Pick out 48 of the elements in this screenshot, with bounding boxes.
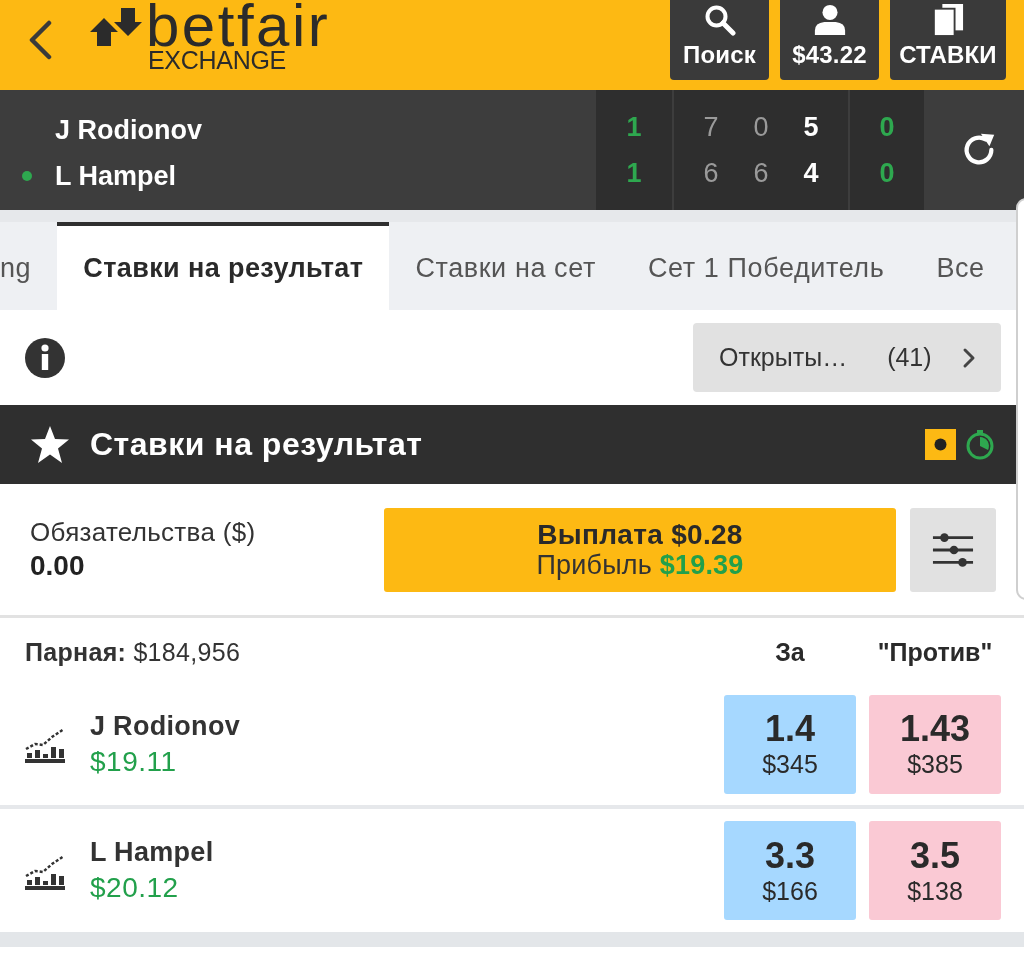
search-icon bbox=[702, 4, 737, 36]
person-icon bbox=[812, 4, 847, 36]
back-price-button[interactable]: 1.4 $345 bbox=[724, 694, 856, 794]
timer-icon bbox=[965, 429, 995, 460]
game-score: 0 bbox=[752, 111, 770, 143]
slips-icon bbox=[931, 4, 965, 36]
market-tab[interactable]: Все bbox=[910, 222, 1011, 310]
sets-score: 1 bbox=[626, 111, 642, 143]
runner-name: J Rodionov bbox=[90, 710, 240, 742]
sets-score: 1 bbox=[626, 157, 642, 189]
back-price-button[interactable]: 3.3 $166 bbox=[724, 821, 856, 920]
search-button[interactable]: Поиск bbox=[670, 0, 769, 80]
open-bets-button[interactable]: Открыты… (41) bbox=[693, 323, 1001, 392]
logo-wordmark: betfair bbox=[146, 4, 331, 48]
matched-amount: Парная: $184,956 bbox=[25, 638, 241, 667]
liability-value: 0.00 bbox=[30, 550, 86, 582]
point-score: 0 bbox=[879, 157, 895, 189]
game-score: 6 bbox=[752, 157, 770, 189]
settings-button[interactable] bbox=[910, 507, 996, 592]
liability-label: Обязательства ($) bbox=[30, 517, 256, 548]
game-score: 5 bbox=[802, 111, 820, 143]
star-icon[interactable] bbox=[30, 424, 70, 465]
back-icon[interactable] bbox=[28, 20, 52, 60]
game-score: 6 bbox=[702, 157, 720, 189]
runner-name: L Hampel bbox=[90, 837, 214, 868]
lay-price-button[interactable]: 3.5 $138 bbox=[869, 821, 1001, 920]
column-header: За bbox=[774, 638, 806, 667]
player-name: L Hampel bbox=[55, 160, 177, 192]
market-tab[interactable]: Сет 1 Победитель bbox=[621, 222, 911, 310]
info-icon[interactable] bbox=[25, 337, 65, 378]
logo-subtitle: EXCHANGE bbox=[148, 48, 286, 73]
point-score: 0 bbox=[879, 111, 895, 143]
in-play-icon bbox=[925, 429, 956, 460]
logo-arrows-icon bbox=[90, 6, 144, 48]
runner-profit: $19.11 bbox=[90, 745, 178, 778]
market-tab[interactable]: Ставки на сет bbox=[389, 222, 622, 310]
market-tab[interactable]: Ставки на результат bbox=[57, 222, 390, 310]
market-tab[interactable]: ng bbox=[0, 222, 58, 310]
account-button[interactable]: $43.22 bbox=[780, 0, 879, 80]
game-score: 7 bbox=[702, 111, 720, 143]
lay-price-button[interactable]: 1.43 $385 bbox=[869, 694, 1001, 794]
market-title: Ставки на результат bbox=[90, 426, 423, 463]
game-score: 4 bbox=[802, 157, 820, 189]
bets-button[interactable]: СТАВКИ bbox=[890, 0, 1006, 80]
cash-out-button[interactable]: Выплата $0.28 Прибыль $19.39 bbox=[384, 507, 896, 592]
runner-profit: $20.12 bbox=[90, 872, 180, 904]
column-header: "Против" bbox=[876, 638, 994, 667]
player-name: J Rodionov bbox=[55, 114, 202, 146]
